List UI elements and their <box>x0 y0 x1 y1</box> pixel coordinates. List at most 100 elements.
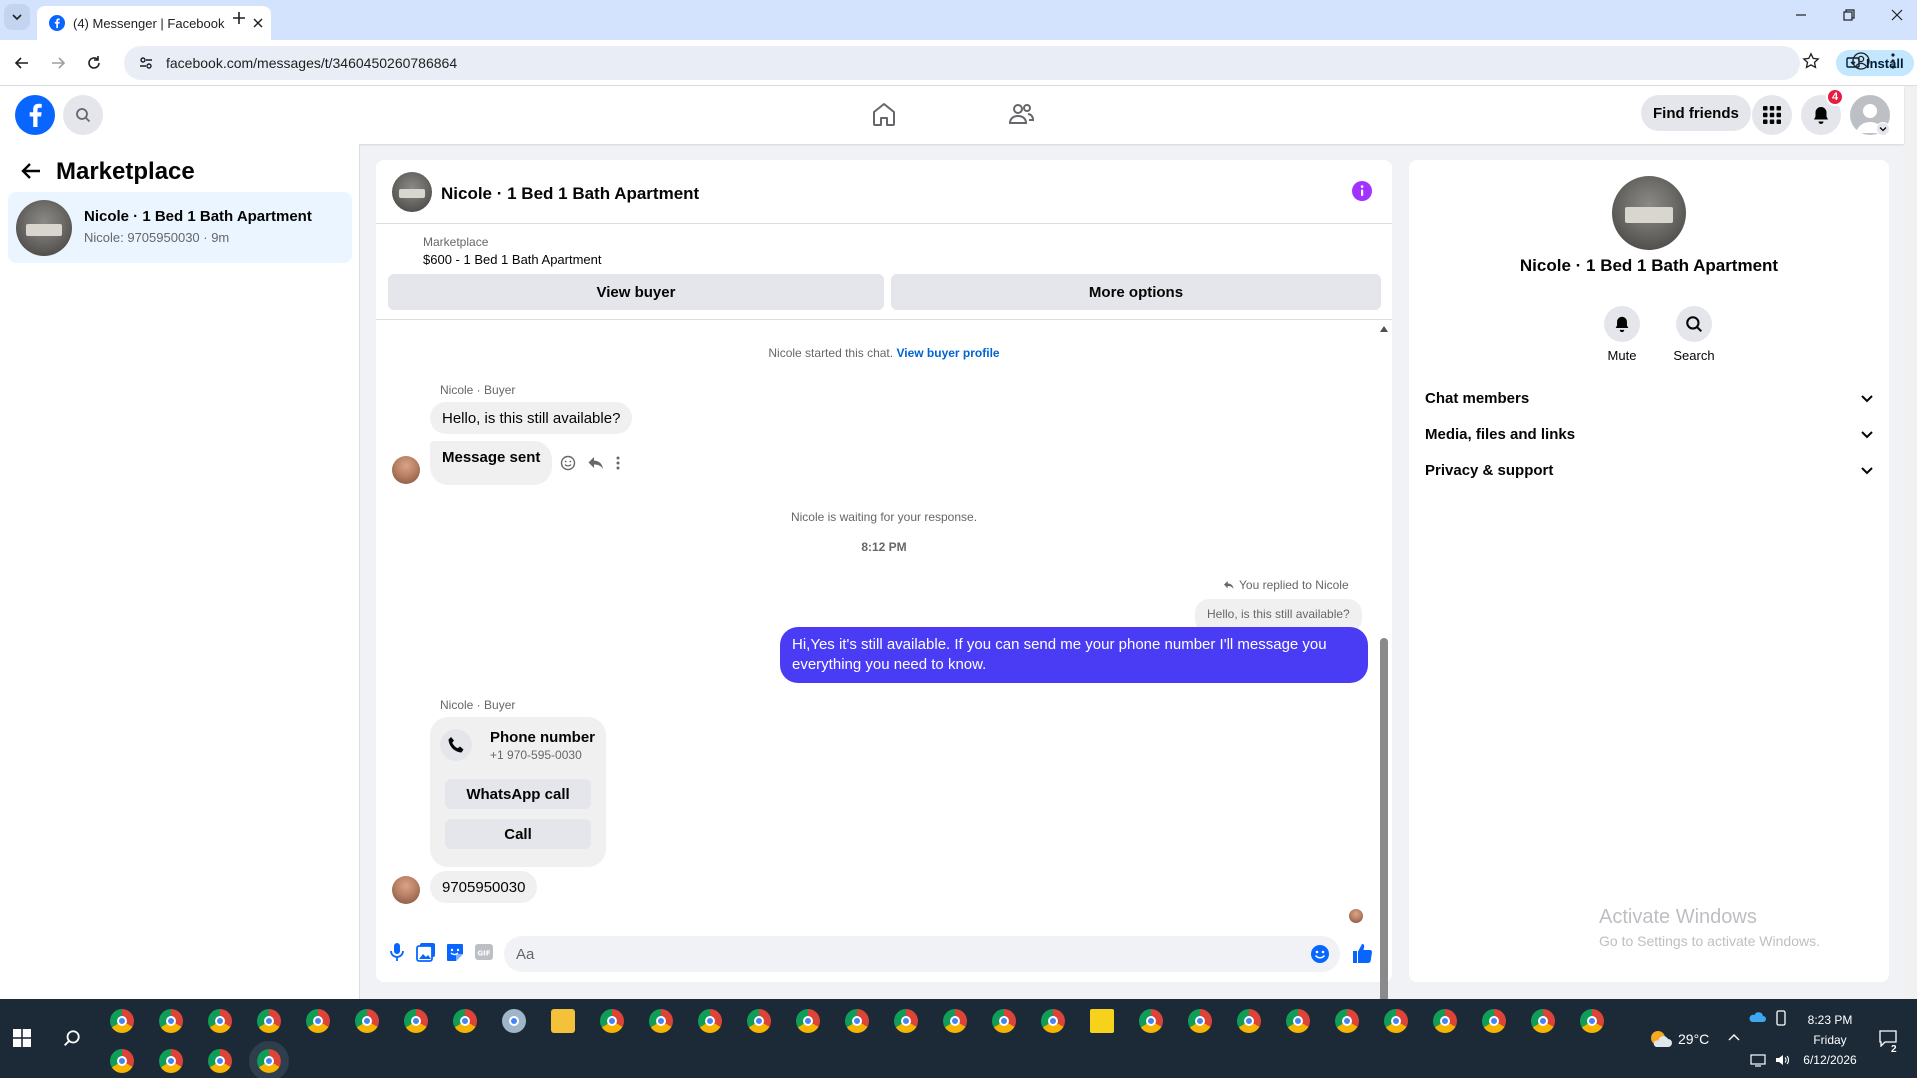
chat-avatar[interactable] <box>392 172 432 212</box>
chrome-app-icon[interactable] <box>110 1009 134 1033</box>
chrome-app-icon[interactable] <box>698 1009 722 1033</box>
reload-button[interactable] <box>77 46 111 80</box>
address-bar[interactable]: facebook.com/messages/t/3460450260786864… <box>124 46 1914 80</box>
chrome-app-icon[interactable] <box>1384 1009 1408 1033</box>
chrome-app-icon[interactable] <box>943 1009 967 1033</box>
back-to-marketplace-button[interactable] <box>20 161 42 181</box>
close-icon[interactable] <box>253 18 263 28</box>
info-avatar[interactable] <box>1612 176 1686 250</box>
weather-widget[interactable]: 29°C <box>1648 1029 1709 1049</box>
whatsapp-call-button[interactable]: WhatsApp call <box>445 779 591 809</box>
chrome-app-icon[interactable] <box>404 1009 428 1033</box>
sticky-notes-icon[interactable] <box>1090 1009 1114 1033</box>
menu-button[interactable] <box>1752 95 1792 135</box>
chrome-app-icon[interactable] <box>306 1009 330 1033</box>
facebook-logo[interactable] <box>15 95 55 135</box>
chrome-app-icon[interactable] <box>208 1009 232 1033</box>
show-hidden-icons-button[interactable] <box>1727 1032 1741 1042</box>
chrome-app-icon[interactable] <box>649 1009 673 1033</box>
find-friends-button[interactable]: Find friends <box>1641 95 1751 131</box>
view-buyer-button[interactable]: View buyer <box>388 274 884 310</box>
scroll-up-icon[interactable] <box>1380 326 1388 332</box>
minimize-icon[interactable] <box>1794 8 1808 22</box>
chrome-app-icon[interactable] <box>1531 1009 1555 1033</box>
send-like-button[interactable] <box>1351 942 1373 964</box>
chat-title[interactable]: Nicole · 1 Bed 1 Bath Apartment <box>441 184 699 204</box>
section-privacy-support[interactable]: Privacy & support <box>1425 456 1874 484</box>
clock[interactable]: 8:23 PM Friday 6/12/2026 <box>1800 1010 1860 1070</box>
chrome-app-icon[interactable] <box>796 1009 820 1033</box>
chrome-app-icon[interactable] <box>159 1009 183 1033</box>
view-buyer-profile-link[interactable]: View buyer profile <box>896 346 999 360</box>
chrome-app-icon[interactable] <box>257 1009 281 1033</box>
more-options-button[interactable]: More options <box>891 274 1381 310</box>
sticker-button[interactable] <box>445 942 465 962</box>
chrome-app-icon[interactable] <box>453 1009 477 1033</box>
chrome-app-icon[interactable] <box>355 1009 379 1033</box>
install-button[interactable]: Install <box>1836 50 1914 76</box>
chrome-app-icon[interactable] <box>894 1009 918 1033</box>
chrome-app-icon[interactable] <box>1286 1009 1310 1033</box>
chrome-app-icon[interactable] <box>992 1009 1016 1033</box>
file-explorer-icon[interactable] <box>551 1009 575 1033</box>
bookmark-button[interactable] <box>1802 52 1820 70</box>
profile-button[interactable] <box>1852 52 1870 70</box>
section-media-files-links[interactable]: Media, files and links <box>1425 420 1874 448</box>
browser-menu-button[interactable] <box>1890 52 1896 70</box>
incoming-message[interactable]: 9705950030 <box>430 871 538 903</box>
conversation-info-button[interactable] <box>1351 180 1373 202</box>
taskbar-search-button[interactable] <box>63 1029 81 1047</box>
emoji-button[interactable] <box>1310 944 1330 964</box>
chrome-app-icon[interactable] <box>1335 1009 1359 1033</box>
onedrive-icon[interactable] <box>1748 1010 1766 1024</box>
voice-clip-button[interactable] <box>389 942 405 962</box>
chrome-app-icon[interactable] <box>1433 1009 1457 1033</box>
sender-avatar[interactable] <box>392 456 420 484</box>
chrome-app-icon[interactable] <box>747 1009 771 1033</box>
tab-search-button[interactable] <box>4 4 30 30</box>
incoming-message[interactable]: Hello, is this still available? <box>430 402 633 434</box>
chrome-app-icon[interactable] <box>600 1009 624 1033</box>
restore-icon[interactable] <box>1842 8 1856 22</box>
section-chat-members[interactable]: Chat members <box>1425 384 1874 412</box>
chrome-app-icon-active[interactable] <box>249 1041 289 1078</box>
attach-photo-button[interactable] <box>416 942 436 962</box>
call-button[interactable]: Call <box>445 819 591 849</box>
start-button[interactable] <box>13 1029 31 1047</box>
chrome-app-icon[interactable] <box>1139 1009 1163 1033</box>
tray-network-volume[interactable] <box>1750 1053 1790 1067</box>
chrome-app-icon[interactable] <box>1580 1009 1604 1033</box>
incoming-message[interactable]: Message sent <box>430 441 553 485</box>
outgoing-message[interactable]: Hi,Yes it's still available. If you can … <box>780 627 1368 683</box>
back-button[interactable] <box>5 46 39 80</box>
chrome-app-icon[interactable] <box>159 1049 183 1073</box>
device-icon[interactable] <box>1774 1010 1788 1026</box>
nav-friends[interactable] <box>1007 100 1035 128</box>
sender-avatar[interactable] <box>392 876 420 904</box>
search-button[interactable] <box>63 95 103 135</box>
react-emoji-icon[interactable] <box>559 454 577 472</box>
chrome-app-icon[interactable] <box>1041 1009 1065 1033</box>
chrome-app-icon[interactable] <box>208 1049 232 1073</box>
new-tab-button[interactable] <box>229 8 249 28</box>
window-close-icon[interactable] <box>1890 8 1904 22</box>
app-icon[interactable] <box>502 1009 526 1033</box>
forward-button[interactable] <box>41 46 75 80</box>
search-in-conversation-button[interactable]: Search <box>1664 306 1724 363</box>
listing-summary[interactable]: $600 - 1 Bed 1 Bath Apartment <box>423 252 602 267</box>
chrome-app-icon[interactable] <box>1188 1009 1212 1033</box>
chrome-app-icon[interactable] <box>1237 1009 1261 1033</box>
reply-icon[interactable] <box>587 454 605 472</box>
chrome-app-icon[interactable] <box>110 1049 134 1073</box>
gif-button[interactable]: GIF <box>474 942 494 962</box>
message-input[interactable]: Aa <box>504 936 1340 972</box>
nav-home[interactable] <box>870 100 898 128</box>
mute-button[interactable]: Mute <box>1592 306 1652 363</box>
conversation-item[interactable]: Nicole · 1 Bed 1 Bath Apartment Nicole: … <box>8 192 352 263</box>
chrome-app-icon[interactable] <box>845 1009 869 1033</box>
site-settings-icon[interactable] <box>138 55 154 71</box>
chrome-app-icon[interactable] <box>1482 1009 1506 1033</box>
more-icon[interactable] <box>615 455 621 471</box>
account-menu-chevron[interactable] <box>1876 122 1890 136</box>
page-scrollbar[interactable] <box>1904 86 1917 999</box>
